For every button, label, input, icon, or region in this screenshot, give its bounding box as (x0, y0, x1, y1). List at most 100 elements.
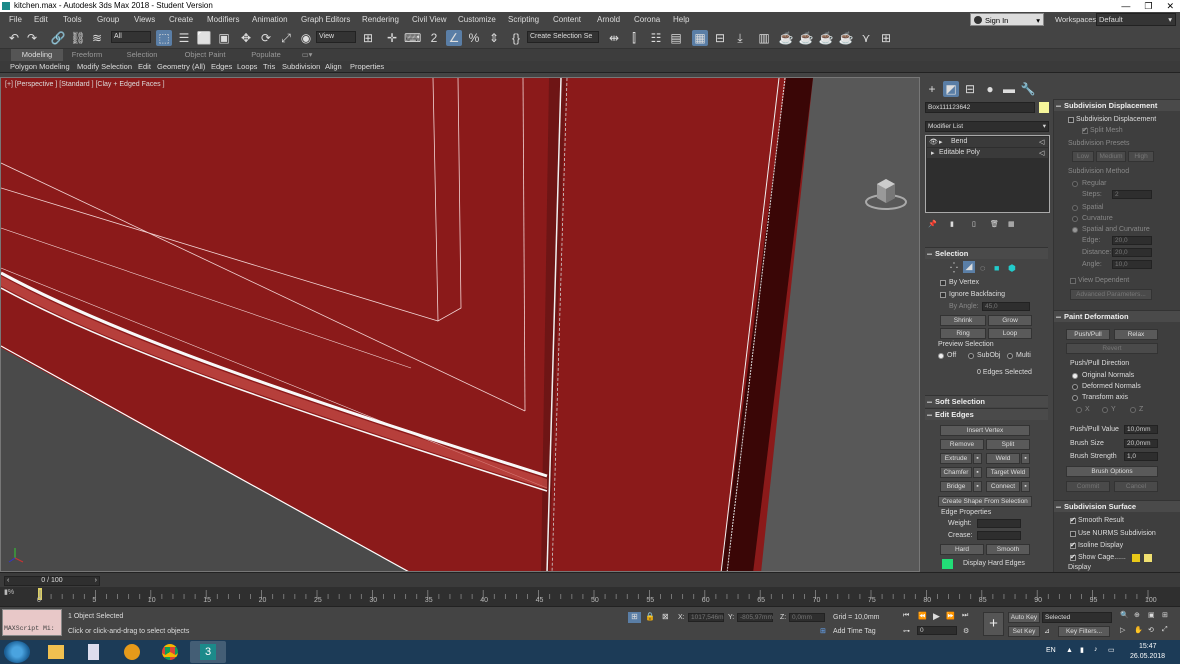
add-time-tag[interactable]: Add Time Tag (833, 628, 876, 635)
prev-key-icon[interactable]: ⏪ (918, 612, 927, 620)
stack-item-editable-poly[interactable]: ▸ Editable Poly ◁ (927, 148, 1048, 158)
preset-low-button[interactable]: Low (1072, 151, 1094, 162)
advanced-parameters-button[interactable]: Advanced Parameters... (1070, 289, 1152, 300)
menu-views[interactable]: Views (134, 14, 155, 25)
key-set-dropdown[interactable]: Selected (1042, 612, 1112, 623)
ribbon-options-icon[interactable]: ▭▾ (298, 49, 316, 61)
border-mode-icon[interactable]: ◌ (980, 263, 985, 273)
brush-options-button[interactable]: Brush Options (1066, 466, 1158, 477)
extrude-settings-icon[interactable]: ▪ (973, 453, 982, 464)
bind-spacewarp-icon[interactable]: ≋ (89, 30, 105, 46)
schematic-view-icon[interactable]: ⤓ (732, 30, 748, 46)
panel-modify-selection[interactable]: Modify Selection (77, 62, 132, 72)
push-pull-button[interactable]: Push/Pull (1066, 329, 1110, 340)
toggle-ribbon-icon[interactable]: ▦ (692, 30, 708, 46)
push-pull-value-spinner[interactable]: 10,0mm (1124, 425, 1158, 434)
object-name-field[interactable]: Box111123642 (925, 102, 1035, 113)
bridge-button[interactable]: Bridge (940, 481, 972, 492)
pin-stack-icon[interactable]: 📌 (928, 220, 937, 228)
vertex-mode-icon[interactable]: ⁛ (950, 263, 958, 274)
regular-radio[interactable] (1072, 181, 1078, 187)
clock-date[interactable]: 26.05.2018 (1130, 653, 1165, 660)
subdivision-displacement-checkbox[interactable] (1068, 117, 1074, 123)
preview-multi-radio[interactable] (1007, 353, 1013, 359)
zoom-icon[interactable]: 🔍 (1120, 611, 1129, 619)
taskbar-3dsmax-icon[interactable]: 3 (190, 641, 226, 663)
battery-icon[interactable]: ▭ (1108, 646, 1115, 654)
viewport-label[interactable]: [+] [Perspective ] [Standard ] [Clay + E… (5, 81, 165, 88)
place-icon[interactable]: ◉ (298, 30, 314, 46)
close-button[interactable]: ✕ (1166, 0, 1174, 12)
menu-civil-view[interactable]: Civil View (412, 14, 447, 25)
render-production-icon[interactable]: ☕ (818, 30, 834, 46)
hierarchy-panel-icon[interactable]: ⊟ (962, 81, 978, 97)
unlink-icon[interactable]: ⛓ (70, 30, 86, 46)
weight-spinner[interactable] (977, 519, 1021, 528)
by-vertex-checkbox[interactable] (940, 280, 946, 286)
spinner-snap-icon[interactable]: ⇕ (486, 30, 502, 46)
panel-loops[interactable]: Loops (237, 62, 257, 72)
menu-create[interactable]: Create (169, 14, 193, 25)
panel-polygon-modeling[interactable]: Polygon Modeling (10, 62, 70, 72)
next-key-icon[interactable]: ⏩ (946, 612, 955, 620)
mini-curve-editor-icon[interactable]: ▮% (4, 588, 14, 596)
original-normals-radio[interactable] (1072, 373, 1078, 379)
connect-settings-icon[interactable]: ▪ (1021, 481, 1030, 492)
menu-edit[interactable]: Edit (34, 14, 48, 25)
remove-button[interactable]: Remove (940, 439, 984, 450)
menu-file[interactable]: File (9, 14, 22, 25)
field-of-view-icon[interactable]: ▷ (1120, 626, 1125, 634)
mirror-icon[interactable]: ⇹ (606, 30, 622, 46)
scene-explorer-icon[interactable]: ☷ (648, 30, 664, 46)
preset-medium-button[interactable]: Medium (1096, 151, 1126, 162)
by-angle-spinner[interactable]: 45,0 (982, 302, 1030, 311)
show-cage-checkbox[interactable] (1070, 553, 1076, 561)
axis-y-radio[interactable] (1102, 407, 1108, 413)
subdivision-surface-header[interactable]: Subdivision Surface (1054, 500, 1180, 513)
z-field[interactable]: 0,0mm (789, 613, 825, 622)
key-filters-button[interactable]: Key Filters... (1058, 626, 1110, 637)
target-weld-button[interactable]: Target Weld (986, 467, 1030, 478)
select-object-icon[interactable]: ⬚ (156, 30, 172, 46)
spatial-curvature-radio[interactable] (1072, 227, 1078, 233)
split-button[interactable]: Split (986, 439, 1030, 450)
scale-icon[interactable]: ⤢ (278, 30, 294, 46)
deformed-normals-radio[interactable] (1072, 384, 1078, 390)
relax-button[interactable]: Relax (1114, 329, 1158, 340)
cage-color-swatch[interactable] (1132, 554, 1140, 562)
split-mesh-checkbox[interactable] (1082, 126, 1088, 134)
crease-spinner[interactable] (977, 531, 1021, 540)
volume-icon[interactable]: ♪ (1094, 646, 1098, 653)
stack-item-bend[interactable]: 👁 ▸ Bend ◁ (927, 137, 1048, 147)
go-to-start-icon[interactable]: ⏮ (903, 612, 909, 620)
taskbar-document-icon[interactable] (76, 641, 112, 663)
go-to-end-icon[interactable]: ⏭ (962, 612, 968, 620)
paint-deformation-header[interactable]: Paint Deformation (1054, 310, 1180, 323)
taskbar-file-explorer-icon[interactable] (38, 641, 74, 663)
panel-subdivision[interactable]: Subdivision (282, 62, 320, 72)
edit-edges-rollout-header[interactable]: Edit Edges (925, 408, 1048, 421)
edit-named-selection-icon[interactable]: {} (508, 30, 524, 46)
make-unique-icon[interactable]: ▯ (972, 220, 976, 228)
chamfer-settings-icon[interactable]: ▪ (973, 467, 982, 478)
axis-z-radio[interactable] (1130, 407, 1136, 413)
menu-content[interactable]: Content (553, 14, 581, 25)
x-field[interactable]: 1017,546m (688, 613, 724, 622)
utilities-panel-icon[interactable]: 🔧 (1020, 81, 1036, 97)
configure-sets-icon[interactable]: ▦ (1008, 220, 1015, 228)
perspective-viewport[interactable]: [+] [Perspective ] [Standard ] [Clay + E… (0, 77, 920, 572)
undo-icon[interactable]: ↶ (6, 30, 22, 46)
region-select-icon[interactable]: ⬜ (196, 30, 212, 46)
preset-high-button[interactable]: High (1128, 151, 1154, 162)
move-icon[interactable]: ✥ (238, 30, 254, 46)
pivot-center-icon[interactable]: ⊞ (360, 30, 376, 46)
layer-explorer-icon[interactable]: ▤ (668, 30, 684, 46)
next-frame-icon[interactable]: › (95, 577, 97, 585)
named-selection-set-dropdown[interactable]: Create Selection Se (527, 31, 599, 43)
create-shape-button[interactable]: Create Shape From Selection (938, 496, 1032, 507)
weld-settings-icon[interactable]: ▪ (1021, 453, 1030, 464)
time-slider-track[interactable]: ▮% (0, 572, 1180, 607)
pan-icon[interactable]: ✋ (1134, 626, 1143, 634)
chamfer-button[interactable]: Chamfer (940, 467, 972, 478)
snaps-toggle-icon[interactable]: 2 (426, 30, 442, 46)
